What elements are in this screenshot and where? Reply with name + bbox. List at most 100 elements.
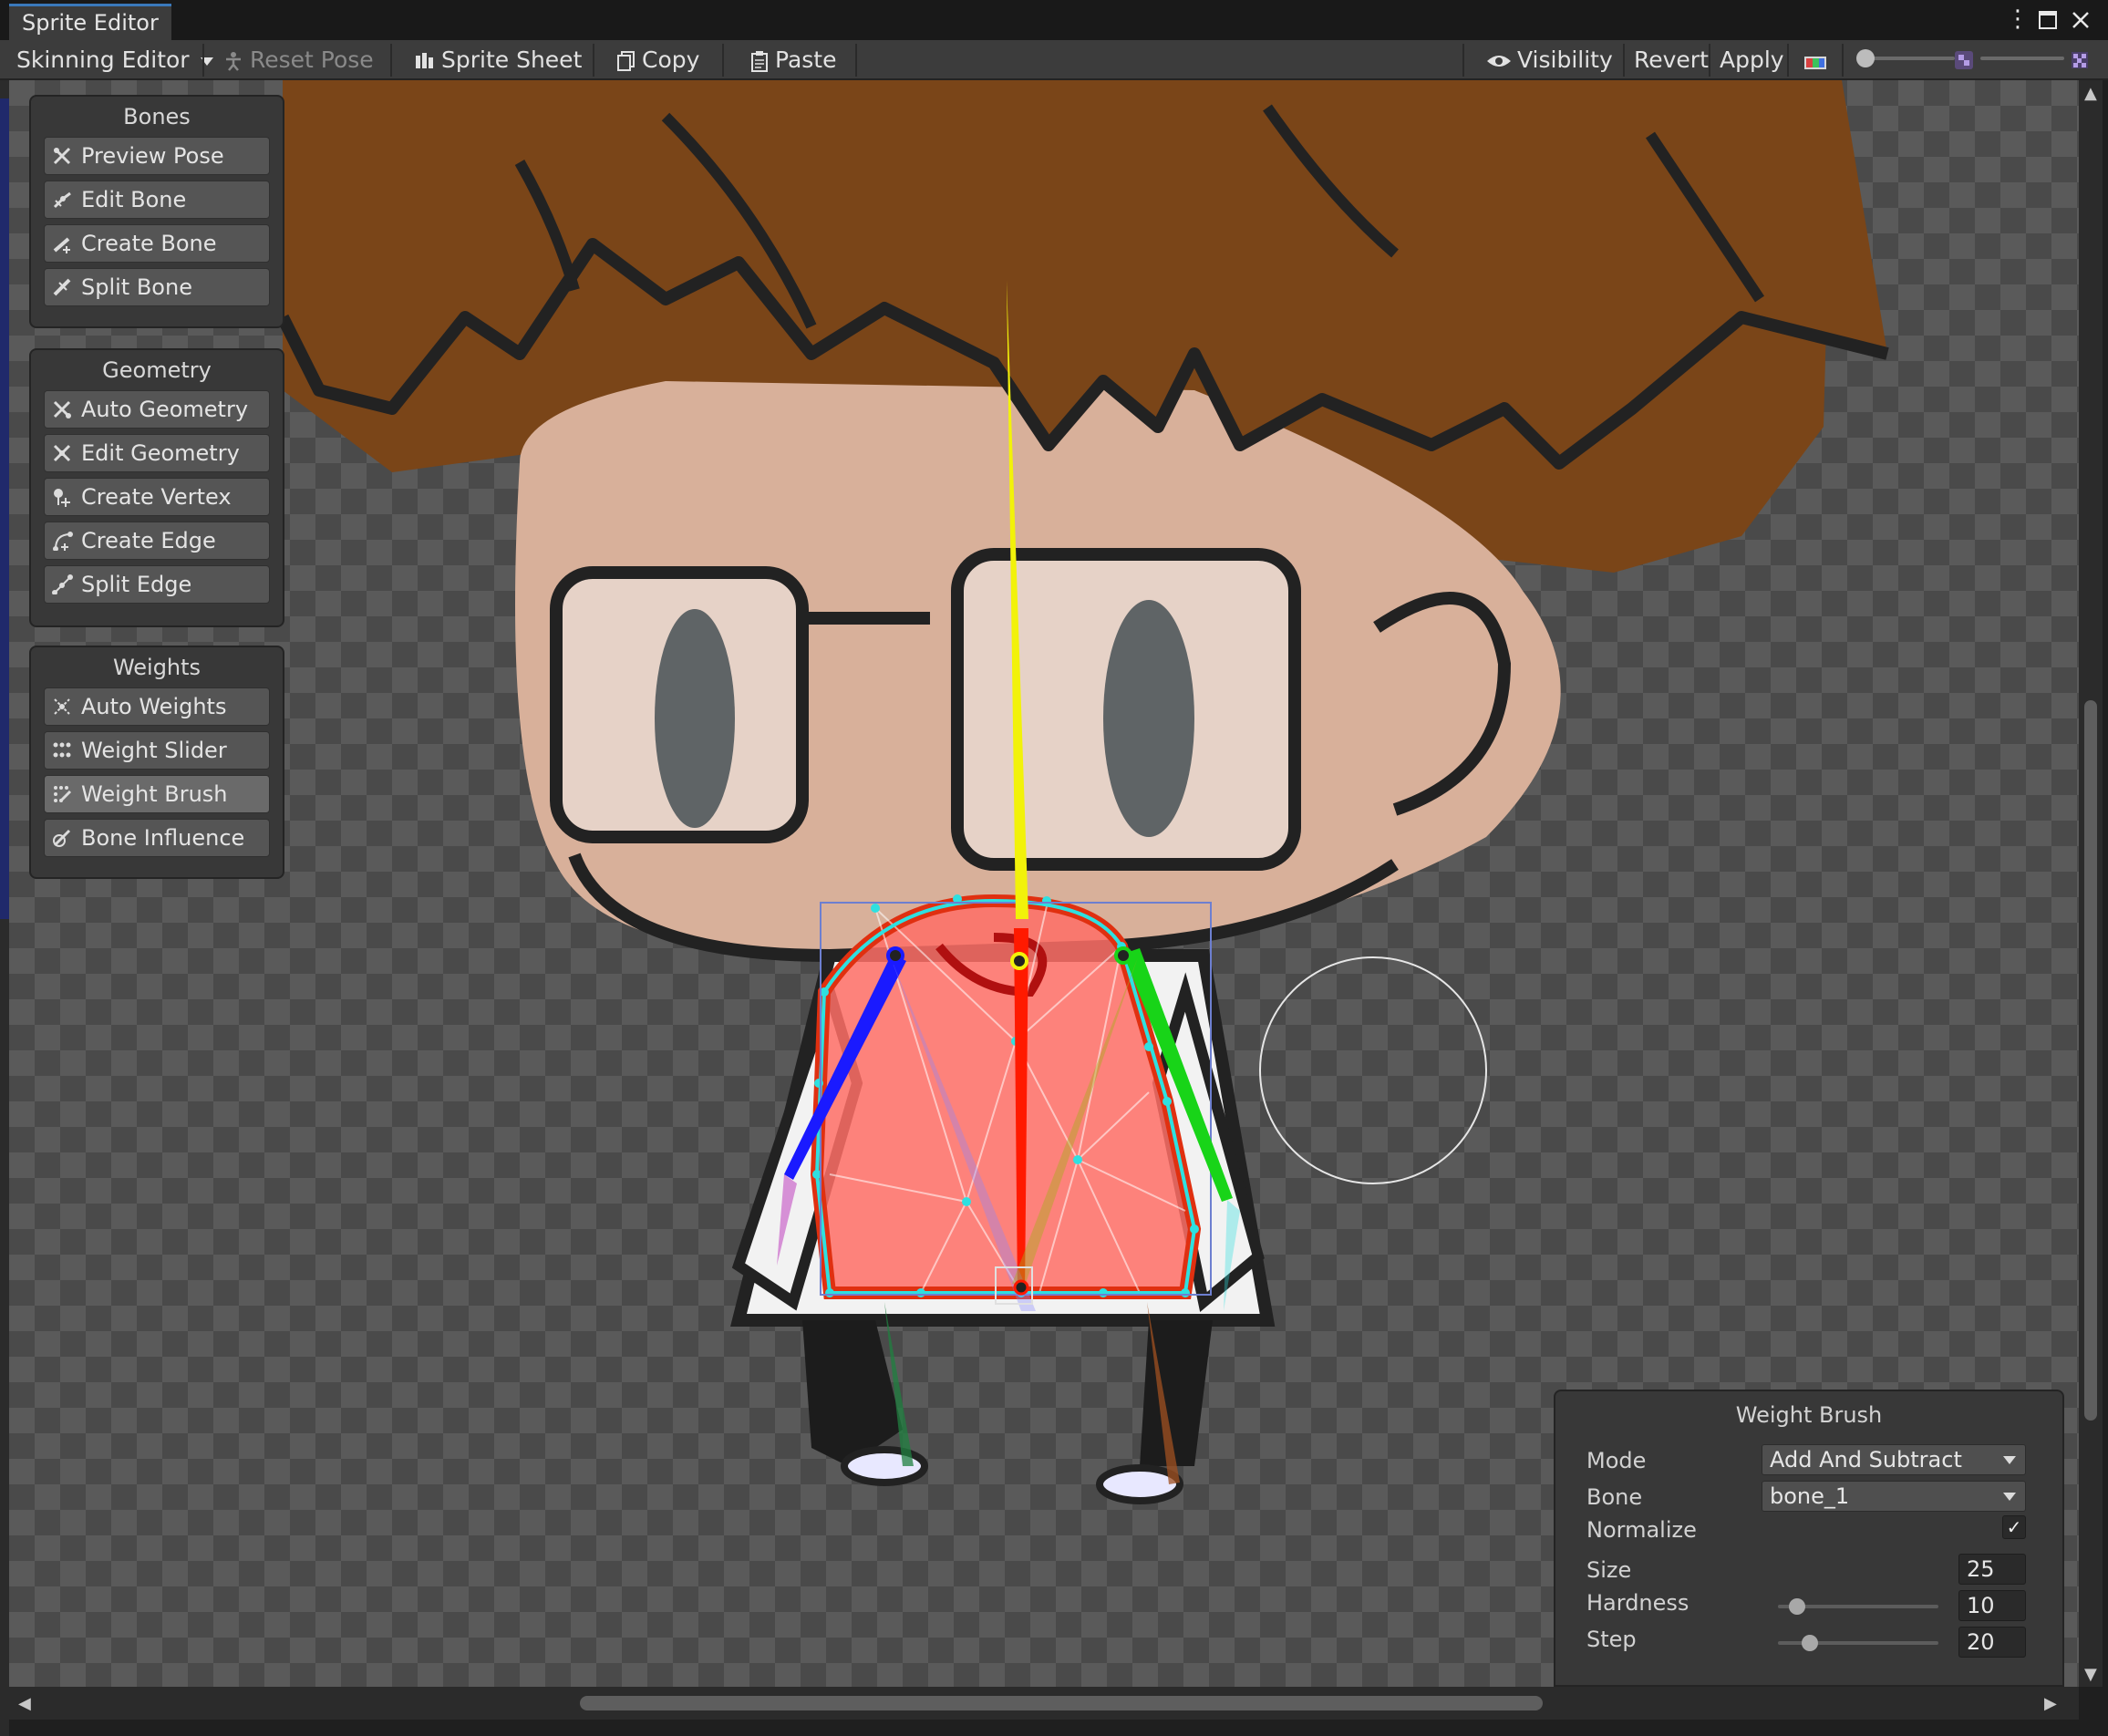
checkmark-icon: ✓ [2006, 1516, 2022, 1538]
preview-pose-label: Preview Pose [81, 143, 224, 169]
clipboard-icon [751, 51, 768, 72]
split-bone-label: Split Bone [81, 274, 192, 300]
scroll-down-icon[interactable]: ▼ [2084, 1665, 2097, 1684]
normalize-checkbox[interactable]: ✓ [2002, 1515, 2026, 1539]
horizontal-scrollbar-thumb[interactable] [580, 1696, 1543, 1710]
toolbar-divider [202, 44, 204, 77]
mode-dropdown-field[interactable]: Add And Subtract [1762, 1444, 2026, 1475]
split-bone-button[interactable]: Split Bone [44, 268, 270, 306]
toolbar-divider [390, 44, 392, 77]
bone-value: bone_1 [1770, 1483, 1850, 1509]
scroll-left-icon[interactable]: ◀ [18, 1694, 31, 1713]
sprite-sheet-icon [416, 53, 433, 68]
hardness-slider-handle[interactable] [1789, 1598, 1805, 1615]
auto-weights-button[interactable]: Auto Weights [44, 687, 270, 726]
sprite-sheet-label: Sprite Sheet [441, 46, 583, 73]
chevron-down-icon [2003, 1456, 2016, 1464]
reset-pose-label: Reset Pose [250, 46, 374, 73]
visibility-label: Visibility [1517, 46, 1613, 73]
size-label: Size [1586, 1557, 1632, 1583]
hardness-field[interactable]: 10 [1958, 1590, 2026, 1621]
mode-dropdown[interactable]: Skinning Editor [16, 44, 213, 77]
weight-brush-title: Weight Brush [1735, 1402, 1883, 1428]
scroll-right-icon[interactable]: ▶ [2044, 1694, 2057, 1713]
apply-button[interactable]: Apply [1720, 44, 1784, 77]
split-edge-icon [52, 574, 73, 594]
auto-geometry-icon [53, 400, 71, 418]
mode-value: Add And Subtract [1770, 1447, 1962, 1472]
geometry-panel-title: Geometry [102, 357, 212, 383]
split-bone-icon [53, 278, 71, 296]
copy-label: Copy [642, 46, 700, 73]
auto-weights-icon [54, 698, 70, 715]
create-edge-button[interactable]: Create Edge [44, 522, 270, 560]
edit-geometry-button[interactable]: Edit Geometry [44, 434, 270, 472]
visibility-button[interactable]: Visibility [1486, 44, 1613, 77]
preview-pose-icon [53, 147, 71, 165]
weight-slider-label: Weight Slider [81, 738, 227, 763]
toolbar-divider [1462, 44, 1464, 77]
copy-button[interactable]: Copy [616, 44, 699, 77]
create-bone-label: Create Bone [81, 231, 217, 256]
toolbar-divider [1709, 44, 1710, 77]
step-slider-handle[interactable] [1802, 1635, 1818, 1651]
paste-label: Paste [775, 46, 837, 73]
tab-sprite-editor[interactable]: Sprite Editor [9, 4, 171, 40]
revert-button[interactable]: Revert [1634, 44, 1709, 77]
create-bone-button[interactable]: Create Bone [44, 224, 270, 263]
maximize-icon[interactable] [2037, 5, 2059, 37]
normalize-label: Normalize [1586, 1517, 1697, 1543]
step-label: Step [1586, 1627, 1637, 1652]
mode-dropdown-label: Skinning Editor [16, 46, 190, 73]
color-channels-toggle[interactable] [1803, 49, 1827, 71]
toolbar-divider [593, 44, 594, 77]
weights-panel-title: Weights [112, 655, 202, 680]
toolbar-divider [1842, 44, 1844, 77]
edit-geometry-icon [53, 444, 71, 462]
reset-pose-button[interactable]: Reset Pose [222, 44, 374, 77]
toolbar-divider [1623, 44, 1625, 77]
rgb-channels-icon [1804, 57, 1826, 69]
toolbar-divider [1787, 44, 1789, 77]
close-icon[interactable] [2070, 5, 2092, 37]
bone-influence-button[interactable]: Bone Influence [44, 819, 270, 857]
title-bar: Sprite Editor ⋮ [0, 0, 2108, 40]
create-vertex-button[interactable]: Create Vertex [44, 478, 270, 516]
auto-geometry-button[interactable]: Auto Geometry [44, 390, 270, 429]
toolbar-divider [722, 44, 724, 77]
create-vertex-icon [54, 489, 70, 507]
bones-panel: Bones Preview Pose Edit Bone Create Bone… [29, 95, 284, 328]
create-edge-icon [53, 532, 73, 551]
paste-button[interactable]: Paste [749, 44, 836, 77]
vertical-scrollbar[interactable]: ▲ ▼ [2079, 80, 2103, 1687]
split-edge-button[interactable]: Split Edge [44, 565, 270, 604]
bone-influence-icon [53, 829, 71, 847]
weight-slider-button[interactable]: Weight Slider [44, 731, 270, 770]
chevron-down-icon [2003, 1493, 2016, 1501]
zoom-slider-handle[interactable] [1856, 49, 1875, 67]
toolbar-divider [855, 44, 857, 77]
geometry-panel: Geometry Auto Geometry Edit Geometry Cre… [29, 348, 284, 627]
edit-bone-button[interactable]: Edit Bone [44, 181, 270, 219]
size-field[interactable]: 25 [1958, 1554, 2026, 1585]
mode-label: Mode [1586, 1448, 1647, 1473]
weight-brush-button[interactable]: Weight Brush [44, 775, 270, 813]
vertical-scrollbar-thumb[interactable] [2084, 700, 2097, 1421]
preview-pose-button[interactable]: Preview Pose [44, 137, 270, 175]
sprite-sheet-button[interactable]: Sprite Sheet [414, 44, 582, 77]
brush-cursor [1259, 956, 1487, 1184]
step-field[interactable]: 20 [1958, 1627, 2026, 1658]
mip-slider[interactable] [1980, 57, 2064, 60]
create-edge-label: Create Edge [81, 528, 216, 553]
horizontal-scrollbar[interactable]: ◀ ▶ [9, 1687, 2079, 1720]
bone-dropdown-field[interactable]: bone_1 [1762, 1481, 2026, 1512]
checker-icon [1953, 47, 1975, 71]
kebab-menu-icon[interactable]: ⋮ [2006, 5, 2030, 33]
auto-geometry-label: Auto Geometry [81, 397, 249, 422]
create-vertex-label: Create Vertex [81, 484, 232, 510]
bone-label: Bone [1586, 1484, 1643, 1510]
edit-bone-icon [53, 191, 71, 209]
weight-slider-icon [53, 742, 71, 758]
weights-panel: Weights Auto Weights Weight Slider Weigh… [29, 646, 284, 879]
scroll-up-icon[interactable]: ▲ [2084, 84, 2097, 103]
